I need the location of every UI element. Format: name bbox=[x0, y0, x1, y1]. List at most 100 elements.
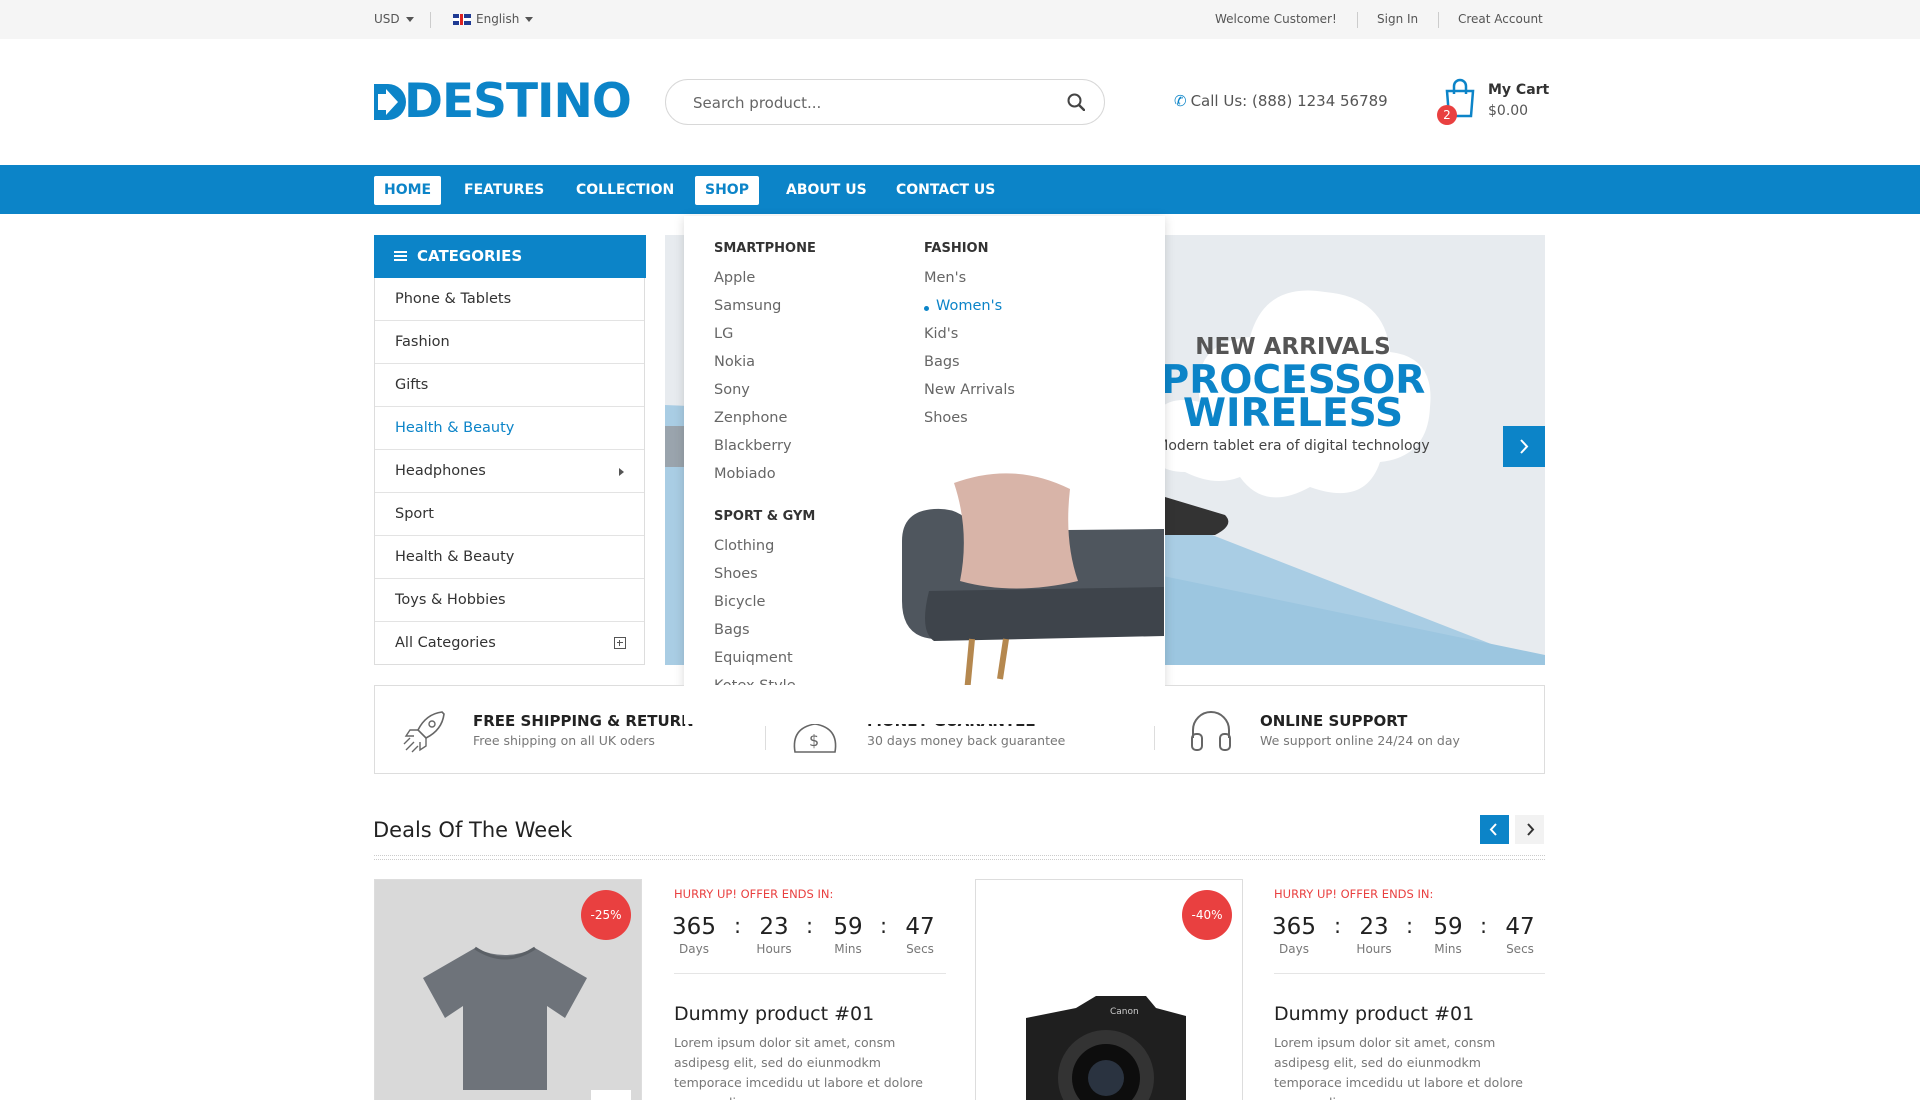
deals-next-button[interactable] bbox=[1515, 815, 1544, 844]
discount-badge: -25% bbox=[581, 890, 631, 940]
menu-link[interactable]: Bags bbox=[924, 354, 960, 370]
menu-link[interactable]: LG bbox=[714, 326, 733, 342]
product-image-frame[interactable]: Canon -40% bbox=[975, 879, 1243, 1100]
category-label: Health & Beauty bbox=[395, 549, 515, 565]
sign-in-link[interactable]: Sign In bbox=[1377, 12, 1418, 26]
image-overlay bbox=[591, 1090, 631, 1100]
divider bbox=[765, 726, 766, 750]
nav-contact-us[interactable]: CONTACT US bbox=[886, 176, 1005, 205]
create-account-link[interactable]: Creat Account bbox=[1458, 12, 1543, 26]
nav-features[interactable]: FEATURES bbox=[454, 176, 554, 205]
product-name[interactable]: Dummy product #01 bbox=[674, 1003, 874, 1025]
menu-link[interactable]: Bags bbox=[714, 622, 750, 638]
category-item[interactable]: Toys & Hobbies bbox=[375, 579, 644, 622]
menu-link[interactable]: Sony bbox=[714, 382, 750, 398]
category-item[interactable]: Sport bbox=[375, 493, 644, 536]
nav-collection[interactable]: COLLECTION bbox=[566, 176, 684, 205]
countdown-hours: 23 bbox=[1359, 914, 1389, 940]
categories-title: CATEGORIES bbox=[417, 247, 523, 265]
countdown-separator: : bbox=[1334, 914, 1342, 938]
service-desc: 30 days money back guarantee bbox=[867, 733, 1066, 748]
divider bbox=[1438, 12, 1439, 28]
logo-text: DESTINO bbox=[404, 74, 632, 129]
slide-title: PROCESSOR WIRELESS bbox=[1160, 358, 1426, 436]
top-bar: USD English Welcome Customer! Sign In Cr… bbox=[0, 0, 1920, 39]
deals-prev-button[interactable] bbox=[1480, 815, 1509, 844]
menu-link[interactable]: Kid's bbox=[924, 326, 958, 342]
divider bbox=[1154, 726, 1155, 750]
slider-next-button[interactable] bbox=[1503, 426, 1545, 467]
cart-widget[interactable]: 2 My Cart $0.00 bbox=[1437, 78, 1549, 128]
category-label: All Categories bbox=[395, 635, 496, 651]
product-image-frame[interactable]: -25% bbox=[374, 879, 642, 1100]
nav-home[interactable]: HOME bbox=[374, 176, 442, 205]
phone-text: Call Us: (888) 1234 56789 bbox=[1190, 92, 1388, 110]
menu-link[interactable]: Men's bbox=[924, 270, 966, 286]
service-title: FREE SHIPPING & RETURN bbox=[473, 712, 694, 730]
menu-link[interactable]: Clothing bbox=[714, 538, 774, 554]
menu-link[interactable]: Zenphone bbox=[714, 410, 787, 426]
search-icon[interactable] bbox=[1067, 93, 1085, 111]
svg-text:Canon: Canon bbox=[1110, 1007, 1139, 1017]
language-selector[interactable]: English bbox=[453, 12, 534, 26]
category-item[interactable]: Fashion bbox=[375, 321, 644, 364]
countdown-separator: : bbox=[806, 914, 814, 938]
menu-link[interactable]: Equiqment bbox=[714, 650, 793, 666]
language-label: English bbox=[476, 12, 520, 26]
countdown-secs: 47 bbox=[1505, 914, 1535, 940]
menu-link[interactable]: Mobiado bbox=[714, 466, 776, 482]
uk-flag-icon bbox=[453, 14, 471, 25]
category-label: Toys & Hobbies bbox=[395, 592, 506, 608]
headphones-icon bbox=[1191, 711, 1231, 751]
menu-link-active[interactable]: Women's bbox=[923, 298, 1002, 314]
category-item[interactable]: Headphones bbox=[375, 450, 644, 493]
menu-link[interactable]: Samsung bbox=[714, 298, 781, 314]
countdown-separator: : bbox=[880, 914, 888, 938]
countdown-label: Secs bbox=[906, 942, 934, 956]
category-label: Phone & Tablets bbox=[395, 291, 512, 307]
chevron-right-icon bbox=[619, 468, 624, 476]
category-label: Health & Beauty bbox=[395, 420, 515, 436]
menu-heading-fashion: FASHION bbox=[924, 241, 989, 256]
svg-text:$: $ bbox=[809, 731, 819, 750]
menu-heading-sport-gym: SPORT & GYM bbox=[714, 509, 816, 524]
menu-link[interactable]: Nokia bbox=[714, 354, 755, 370]
slide-description: Modern tablet era of digital technology bbox=[1156, 438, 1430, 454]
product-name[interactable]: Dummy product #01 bbox=[1274, 1003, 1474, 1025]
slider-prev-button[interactable] bbox=[665, 426, 685, 467]
chevron-down-icon bbox=[525, 17, 534, 22]
category-item[interactable]: Health & Beauty bbox=[375, 536, 644, 579]
nav-shop[interactable]: SHOP bbox=[695, 176, 759, 205]
camera-image: Canon bbox=[1026, 996, 1186, 1100]
nav-about-us[interactable]: ABOUT US bbox=[776, 176, 877, 205]
menu-link[interactable]: Apple bbox=[714, 270, 755, 286]
menu-heading-smartphone: SMARTPHONE bbox=[714, 241, 816, 256]
menu-link[interactable]: Shoes bbox=[924, 410, 968, 426]
currency-selector[interactable]: USD bbox=[374, 12, 414, 26]
category-item[interactable]: Gifts bbox=[375, 364, 644, 407]
cart-total: $0.00 bbox=[1488, 103, 1529, 119]
deals-title: Deals Of The Week bbox=[373, 818, 573, 842]
countdown-label: Hours bbox=[756, 942, 792, 956]
shop-mega-menu: SMARTPHONE Apple Samsung LG Nokia Sony Z… bbox=[684, 216, 1165, 724]
discount-badge: -40% bbox=[1182, 890, 1232, 940]
countdown-separator: : bbox=[1406, 914, 1414, 938]
all-categories-item[interactable]: All Categories bbox=[375, 622, 644, 665]
search-input[interactable] bbox=[693, 92, 1033, 114]
menu-link[interactable]: Bicycle bbox=[714, 594, 765, 610]
countdown-label: Days bbox=[679, 942, 709, 956]
countdown-label: Days bbox=[1279, 942, 1309, 956]
category-item[interactable]: Health & Beauty bbox=[375, 407, 644, 450]
menu-link[interactable]: Shoes bbox=[714, 566, 758, 582]
service-desc: Free shipping on all UK oders bbox=[473, 733, 655, 748]
divider bbox=[1357, 12, 1358, 28]
countdown-mins: 59 bbox=[1433, 914, 1463, 940]
countdown-secs: 47 bbox=[905, 914, 935, 940]
phone-info: ✆ Call Us: (888) 1234 56789 bbox=[1174, 92, 1388, 110]
countdown-label: Mins bbox=[1434, 942, 1462, 956]
menu-link[interactable]: Blackberry bbox=[714, 438, 792, 454]
divider bbox=[674, 973, 946, 974]
menu-link[interactable]: New Arrivals bbox=[924, 382, 1015, 398]
categories-header[interactable]: CATEGORIES bbox=[374, 235, 646, 278]
category-item[interactable]: Phone & Tablets bbox=[375, 278, 644, 321]
